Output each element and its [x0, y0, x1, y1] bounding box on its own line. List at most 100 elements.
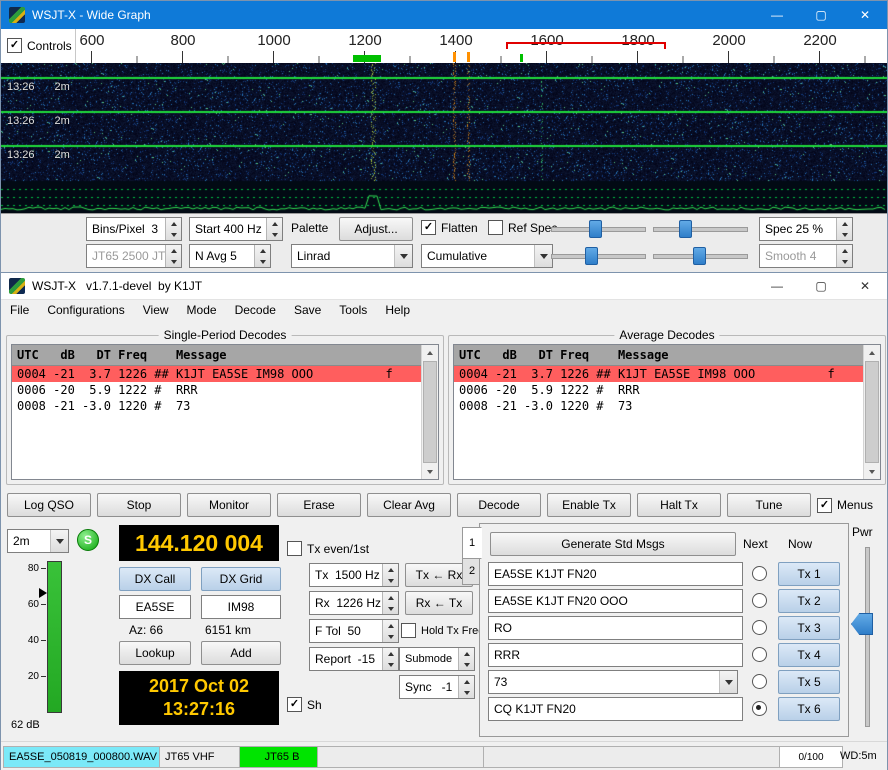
maximize-button[interactable]: ▢ [799, 1, 843, 29]
decode-row[interactable]: 0008 -21 -3.0 1220 # 73 [12, 398, 422, 414]
halt-tx-button[interactable]: Halt Tx [637, 493, 721, 517]
stop-button[interactable]: Stop [97, 493, 181, 517]
dropdown-arrow-icon[interactable] [50, 530, 68, 552]
adjust-palette-button[interactable]: Adjust... [339, 217, 413, 241]
tx-5-button[interactable]: Tx 5 [778, 670, 840, 694]
maximize-button[interactable]: ▢ [799, 273, 843, 299]
tx-message-1-field[interactable]: EA5SE K1JT FN20 [488, 562, 743, 586]
scroll-up-icon[interactable] [864, 345, 880, 360]
flatten-checkbox[interactable]: ✓ Flatten [421, 220, 478, 235]
spec-percent-spinner[interactable]: Spec 25 % [759, 217, 853, 241]
generate-std-msgs-button[interactable]: Generate Std Msgs [490, 532, 736, 556]
close-button[interactable]: ✕ [843, 1, 887, 29]
decode-row[interactable]: 0004 -21 3.7 1226 ## K1JT EA5SE IM98 OOO… [12, 366, 422, 382]
spinner-arrows[interactable] [382, 620, 398, 642]
scroll-up-icon[interactable] [422, 345, 438, 360]
scroll-down-icon[interactable] [422, 464, 438, 479]
tx-range-marker[interactable] [506, 42, 666, 44]
waterfall-display[interactable] [1, 63, 887, 213]
n-avg-spinner[interactable]: N Avg 5 [189, 244, 271, 268]
submode-spinner[interactable]: Submode B [399, 647, 475, 671]
menu-mode[interactable]: Mode [178, 300, 226, 320]
erase-button[interactable]: Erase [277, 493, 361, 517]
scroll-down-icon[interactable] [864, 464, 880, 479]
tx-freq-spinner[interactable]: Tx 1500 Hz [309, 563, 399, 587]
sh-checkbox[interactable]: ✓ Sh [287, 697, 322, 712]
menu-file[interactable]: File [1, 300, 38, 320]
menus-checkbox[interactable]: ✓ Menus [817, 493, 881, 517]
next-radio-tx4[interactable] [752, 647, 767, 662]
scroll-thumb[interactable] [423, 361, 437, 463]
decode-row[interactable]: 0006 -20 5.9 1222 # RRR [454, 382, 864, 398]
lookup-button[interactable]: Lookup [119, 641, 191, 665]
pwr-slider-handle[interactable] [851, 613, 873, 635]
spinner-arrows[interactable] [458, 648, 474, 670]
spectrum-mode-combo[interactable]: Cumulative [421, 244, 553, 268]
next-radio-tx3[interactable] [752, 620, 767, 635]
menu-view[interactable]: View [134, 300, 178, 320]
dropdown-arrow-icon[interactable] [534, 245, 552, 267]
controls-checkbox[interactable]: ✓ Controls [7, 38, 72, 53]
wide-graph-titlebar[interactable]: WSJT-X - Wide Graph — ▢ ✕ [1, 1, 887, 29]
menu-configurations[interactable]: Configurations [38, 300, 133, 320]
dx-call-button[interactable]: DX Call [119, 567, 191, 591]
tx-2-button[interactable]: Tx 2 [778, 589, 840, 613]
decode-button[interactable]: Decode [457, 493, 541, 517]
waterfall-zero-slider[interactable] [653, 218, 748, 238]
tx-message-2-field[interactable]: EA5SE K1JT FN20 OOO [488, 589, 743, 613]
enable-tx-button[interactable]: Enable Tx [547, 493, 631, 517]
menu-decode[interactable]: Decode [226, 300, 285, 320]
ref-spec-checkbox[interactable]: Ref Spec [488, 220, 557, 235]
scrollbar[interactable] [421, 345, 438, 479]
spectrum-gain-slider[interactable] [551, 245, 646, 265]
slider-handle[interactable] [679, 220, 692, 238]
rx-freq-marker[interactable] [353, 55, 381, 62]
menu-tools[interactable]: Tools [330, 300, 376, 320]
bins-per-pixel-spinner[interactable]: Bins/Pixel 3 [86, 217, 182, 241]
slider-handle[interactable] [589, 220, 602, 238]
spinner-arrows[interactable] [254, 245, 270, 267]
dropdown-arrow-icon[interactable] [394, 245, 412, 267]
waterfall-gain-slider[interactable] [551, 218, 646, 238]
rx-from-tx-button[interactable]: Rx ← Tx [405, 591, 473, 615]
menu-help[interactable]: Help [376, 300, 419, 320]
tune-button[interactable]: Tune [727, 493, 811, 517]
spinner-arrows[interactable] [836, 218, 852, 240]
log-qso-button[interactable]: Log QSO [7, 493, 91, 517]
spinner-arrows[interactable] [382, 564, 398, 586]
tx-message-5-combo[interactable]: 73 [488, 670, 738, 694]
dx-call-field[interactable]: EA5SE [119, 595, 191, 619]
tx-1-button[interactable]: Tx 1 [778, 562, 840, 586]
tx-3-button[interactable]: Tx 3 [778, 616, 840, 640]
sync-spinner[interactable]: Sync -1 [399, 675, 475, 699]
scrollbar[interactable] [863, 345, 880, 479]
next-radio-tx5[interactable] [752, 674, 767, 689]
hold-tx-freq-checkbox[interactable]: Hold Tx Freq [401, 623, 484, 638]
add-button[interactable]: Add [201, 641, 281, 665]
decode-row[interactable]: 0004 -21 3.7 1226 ## K1JT EA5SE IM98 OOO… [454, 366, 864, 382]
tx-message-4-field[interactable]: RRR [488, 643, 743, 667]
dx-grid-field[interactable]: IM98 [201, 595, 281, 619]
monitor-button[interactable]: Monitor [187, 493, 271, 517]
next-radio-tx6[interactable] [752, 701, 767, 716]
band-select-combo[interactable]: 2m [7, 529, 69, 553]
clear-avg-button[interactable]: Clear Avg [367, 493, 451, 517]
spinner-arrows[interactable] [458, 676, 474, 698]
palette-combo[interactable]: Linrad [291, 244, 413, 268]
f-tol-spinner[interactable]: F Tol 50 [309, 619, 399, 643]
report-spinner[interactable]: Report -15 [309, 647, 399, 671]
tx-4-button[interactable]: Tx 4 [778, 643, 840, 667]
dropdown-arrow-icon[interactable] [719, 671, 737, 693]
tx-message-6-field[interactable]: CQ K1JT FN20 [488, 697, 743, 721]
spinner-arrows[interactable] [165, 218, 181, 240]
start-freq-spinner[interactable]: Start 400 Hz [189, 217, 283, 241]
decode-row[interactable]: 0008 -21 -3.0 1220 # 73 [454, 398, 864, 414]
slider-handle[interactable] [585, 247, 598, 265]
spinner-arrows[interactable] [382, 592, 398, 614]
next-radio-tx1[interactable] [752, 566, 767, 581]
close-button[interactable]: ✕ [843, 273, 887, 299]
next-radio-tx2[interactable] [752, 593, 767, 608]
slider-handle[interactable] [693, 247, 706, 265]
pwr-slider-track[interactable] [865, 547, 870, 727]
tx-6-button[interactable]: Tx 6 [778, 697, 840, 721]
